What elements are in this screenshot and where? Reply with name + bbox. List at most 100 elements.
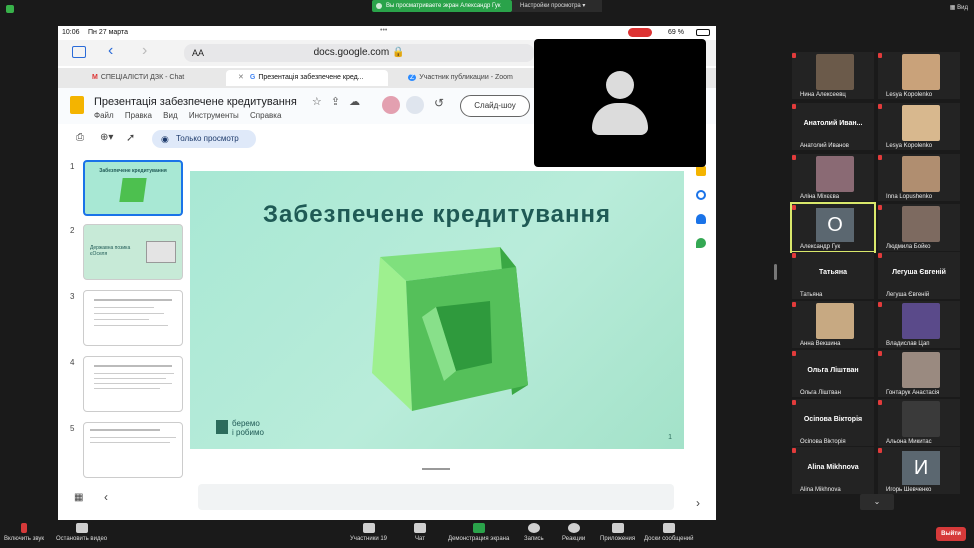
participant-tile[interactable]: Lesya Kopolenko — [878, 52, 960, 99]
menu-edit[interactable]: Правка — [125, 111, 152, 120]
logo-3d-graphic — [372, 247, 528, 411]
participant-tile[interactable]: Lesya Kopolenko — [878, 103, 960, 150]
participant-tile[interactable]: Анатолий Иван... Анатолий Иванов — [792, 103, 874, 150]
view-settings-button[interactable]: Настройки просмотра ▾ — [512, 0, 602, 12]
participant-tile[interactable]: Нина Алексеевц — [792, 52, 874, 99]
cloud-icon: ☁ — [349, 96, 361, 108]
apps-button[interactable]: Приложения — [600, 523, 635, 542]
participant-tile[interactable]: Легуша Євгеній Легуша Євгеній — [878, 252, 960, 299]
participant-tile[interactable]: Inna Lopushenko — [878, 154, 960, 201]
reactions-icon — [567, 523, 580, 533]
participant-tile[interactable]: Татьяна Татьяна — [792, 252, 874, 299]
participant-tile[interactable]: Аліна Міхєєва — [792, 154, 874, 201]
grid-view-icon[interactable]: ▦ — [74, 492, 83, 503]
slide-thumbnail-3[interactable] — [83, 290, 183, 346]
thumbnail-number: 1 — [70, 162, 75, 171]
slideshow-button[interactable]: Слайд-шоу — [460, 95, 530, 117]
collapse-icon[interactable]: ‹ — [104, 490, 108, 504]
avatar[interactable] — [382, 96, 400, 114]
close-tab-icon[interactable]: ✕ — [238, 74, 244, 81]
participant-tile[interactable]: И Игорь Шевченко — [878, 447, 960, 494]
self-view-video[interactable] — [534, 39, 706, 167]
print-icon[interactable]: ⎙ — [76, 132, 84, 143]
apps-icon — [611, 523, 624, 533]
tab-zoom[interactable]: Z Участник публикации - Zoom — [396, 70, 546, 86]
slide-thumbnail-1[interactable]: Забезпечене кредитування — [83, 160, 183, 216]
status-time: 10:06 — [62, 29, 80, 36]
participant-tile[interactable]: Альона Микитас — [878, 399, 960, 446]
share-screen-button[interactable]: Демонстрация экрана — [448, 523, 509, 542]
slide-canvas[interactable]: Забезпечене кредитування беремо і робимо… — [190, 171, 684, 449]
move-icon[interactable]: ⇪ — [331, 96, 340, 108]
whiteboards-button[interactable]: Доски сообщений — [644, 523, 694, 542]
participant-tile[interactable]: Осіпова Вікторія Осіпова Вікторія — [792, 399, 874, 446]
leave-button[interactable]: Выйти — [936, 527, 966, 541]
ipad-status-bar: 10:06 Пн 27 марта ••• 69 % — [58, 26, 716, 40]
status-date: Пн 27 марта — [88, 29, 129, 36]
thumbnail-number: 2 — [70, 226, 75, 235]
contacts-icon[interactable] — [696, 214, 706, 224]
menu-help[interactable]: Справка — [250, 111, 281, 120]
chat-button[interactable]: Чат — [414, 523, 426, 542]
tab-presentation[interactable]: ✕ G Презентація забезпечене кред... — [226, 70, 388, 86]
maps-icon[interactable] — [696, 238, 706, 248]
menu-tools[interactable]: Инструменты — [189, 111, 239, 120]
brand-mark-icon — [216, 420, 228, 434]
view-button[interactable]: ▦ Вид — [950, 4, 968, 11]
unmute-button[interactable]: Включить звук — [4, 523, 44, 542]
text-size-button[interactable]: AA — [192, 44, 204, 62]
zoom-icon: Z — [408, 74, 417, 81]
url-text: docs.google.com — [313, 47, 390, 58]
avatar-body — [592, 103, 648, 135]
record-button[interactable]: Запись — [524, 523, 544, 542]
brand-logo: беремо і робимо — [216, 419, 264, 437]
view-only-badge[interactable]: ◉ Только просмотр — [152, 130, 256, 148]
drag-indicator[interactable] — [422, 468, 450, 470]
participant-tile[interactable]: Анна Векшина — [792, 301, 874, 348]
comments-icon[interactable] — [406, 96, 424, 114]
star-icon[interactable]: ☆ — [312, 96, 322, 108]
active-speaker-tile[interactable]: O Александр Гук — [790, 202, 876, 253]
reactions-button[interactable]: Реакции — [562, 523, 585, 542]
zoom-top-bar: Вы просматриваете экран Александр Гук На… — [0, 0, 974, 18]
menu-view[interactable]: Вид — [163, 111, 177, 120]
participant-tile[interactable]: Людмила Бойко — [878, 204, 960, 251]
slide-thumbnail-4[interactable] — [83, 356, 183, 412]
slide-thumbnail-2[interactable]: Державна позика єОселя — [83, 224, 183, 280]
slides-logo-icon[interactable] — [70, 96, 84, 114]
zoom-icon[interactable]: ⊕▾ — [100, 132, 113, 143]
chevron-down-icon[interactable]: ⌄ — [860, 494, 894, 510]
participant-tile[interactable]: Alina Mikhnova Alina Mikhnova — [792, 447, 874, 494]
pointer-icon[interactable]: ➚ — [126, 131, 135, 144]
keep-icon[interactable] — [696, 166, 706, 176]
battery-level: 69 % — [668, 29, 684, 36]
back-icon[interactable]: ‹ — [108, 42, 113, 60]
menu-file[interactable]: Файл — [94, 111, 114, 120]
panel-resize-handle[interactable] — [774, 264, 777, 280]
mic-muted-icon — [21, 523, 27, 533]
next-icon[interactable]: › — [696, 496, 700, 510]
slides-bottom-bar: ▦ ‹ › — [58, 468, 716, 518]
shield-icon — [6, 5, 14, 13]
forward-icon[interactable]: › — [142, 42, 147, 60]
camera-icon — [75, 523, 88, 533]
slide-thumbnail-5[interactable] — [83, 422, 183, 478]
address-bar[interactable]: AA docs.google.com 🔒 — [184, 44, 534, 62]
menu-bar: Файл Правка Вид Инструменты Справка — [94, 111, 290, 120]
document-title[interactable]: Презентація забезпечене кредитування ☆ ⇪… — [94, 95, 360, 108]
sidebar-toggle-icon[interactable] — [72, 46, 86, 58]
participant-tile[interactable]: Владислав Цап — [878, 301, 960, 348]
share-notice: Вы просматриваете экран Александр Гук — [372, 0, 512, 12]
participant-tile[interactable]: Ольга Ліштван Ольга Ліштван — [792, 350, 874, 397]
slide-filmstrip: 1 Забезпечене кредитування 2 Державна по… — [58, 158, 188, 478]
stop-video-button[interactable]: Остановить видео — [56, 523, 107, 542]
speaker-notes[interactable] — [198, 484, 674, 510]
participant-tile[interactable]: Гонтарук Анастасія — [878, 350, 960, 397]
tab-chat[interactable]: M СПЕЦІАЛІСТИ ДЗК - Chat — [80, 70, 230, 86]
participants-button[interactable]: Участники 19 — [350, 523, 387, 542]
history-icon[interactable]: ↺ — [434, 96, 444, 110]
tasks-icon[interactable] — [696, 190, 706, 200]
record-indicator-icon — [628, 28, 652, 37]
eye-icon: ◉ — [161, 134, 169, 144]
participants-icon — [362, 523, 375, 533]
